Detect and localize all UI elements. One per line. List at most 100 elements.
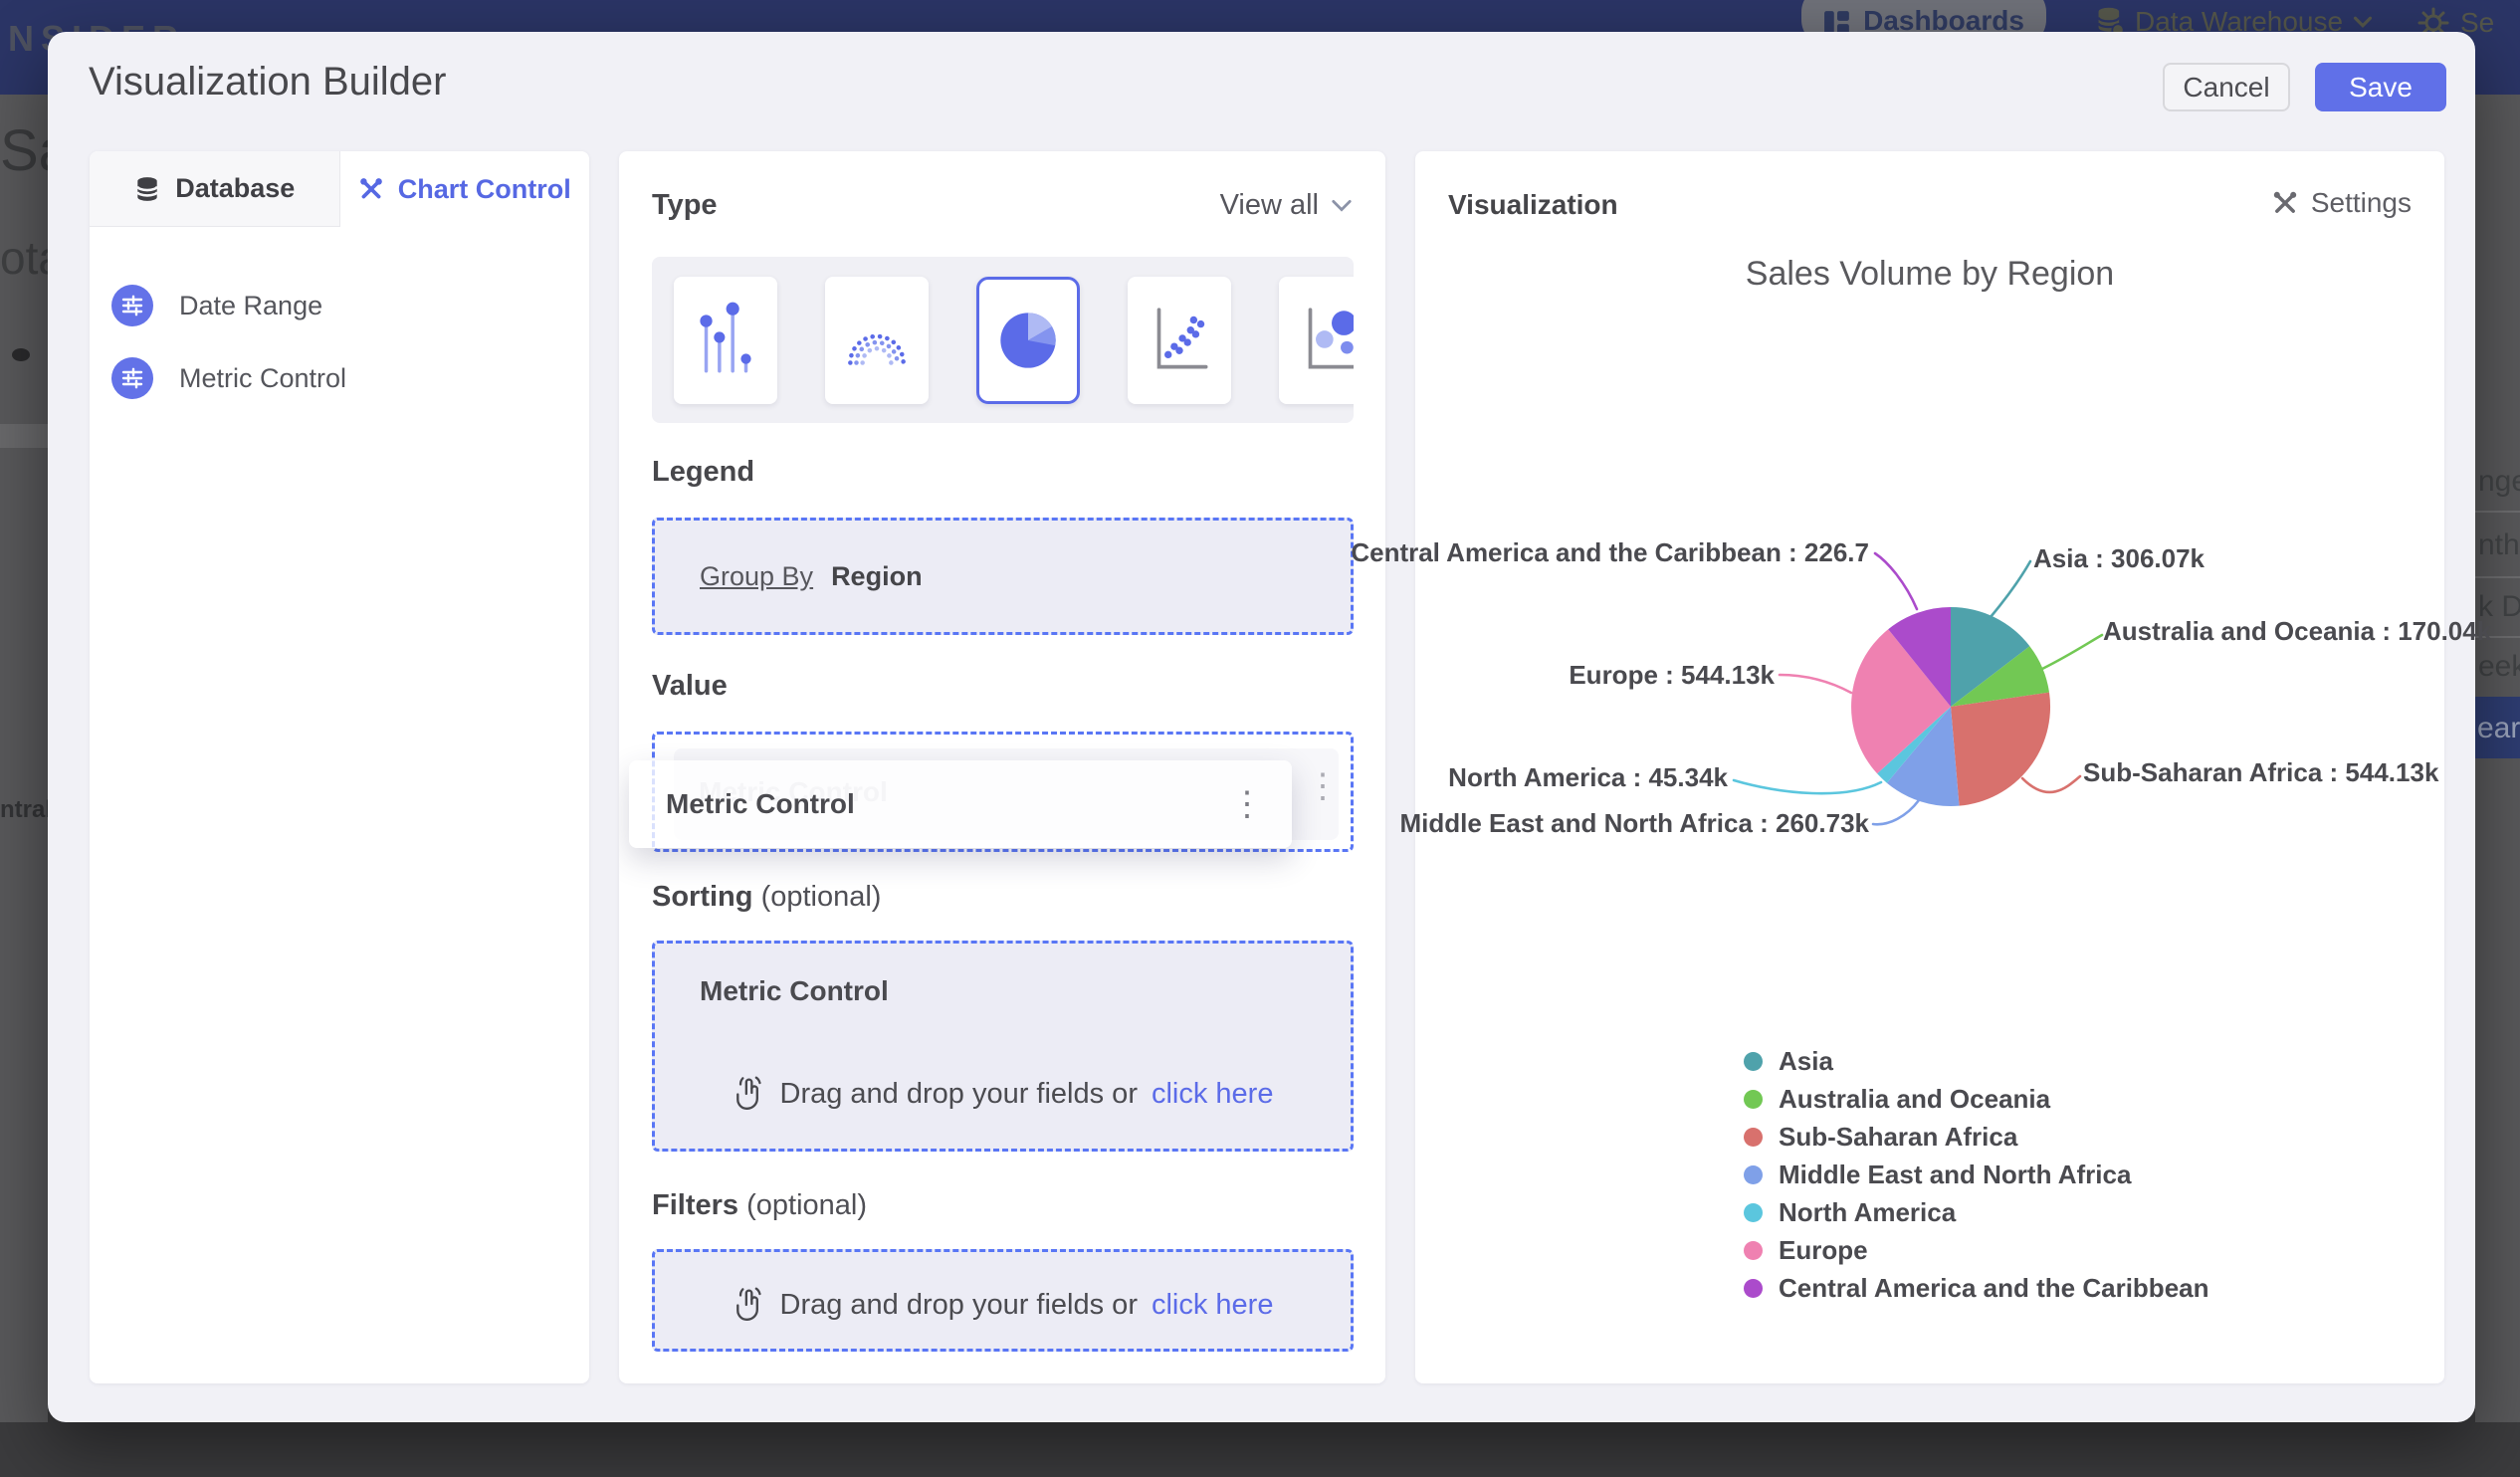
pie-label: Central America and the Caribbean : 226.… [1351, 537, 1869, 567]
pie-slice-2[interactable] [1951, 692, 2051, 806]
legend-item[interactable]: North America [1744, 1197, 2209, 1227]
value-field-label: Metric Control [666, 788, 855, 819]
legend-label: Asia [1779, 1045, 1833, 1076]
callout-line [1871, 798, 1921, 826]
save-button[interactable]: Save [2315, 63, 2446, 111]
legend-item[interactable]: Australia and Oceania [1744, 1084, 2209, 1114]
pie-label: Asia : 306.07k [2033, 543, 2205, 573]
legend-item[interactable]: Europe [1744, 1235, 2209, 1265]
tap-hand-icon [735, 1287, 761, 1321]
legend-heading: Legend [652, 456, 755, 488]
cancel-button[interactable]: Cancel [2163, 63, 2290, 111]
dropdown-item-selected: ear [2475, 697, 2520, 758]
legend-swatch [1744, 1202, 1763, 1222]
group-by-value: Region [831, 560, 923, 591]
divider [2475, 511, 2520, 513]
sidebar-item-label: Date Range [179, 290, 323, 320]
chart-type-pie[interactable] [976, 276, 1080, 404]
legend-label: North America [1779, 1196, 1957, 1227]
legend-swatch [1744, 1240, 1763, 1260]
pie-label: Sub-Saharan Africa : 544.13k [2083, 757, 2439, 787]
value-heading: Value [652, 670, 728, 702]
chart-type-arc[interactable] [825, 276, 929, 404]
pie-chart-icon [1000, 312, 1056, 368]
tab-chart-control[interactable]: Chart Control [339, 151, 589, 227]
callout-line [2040, 633, 2104, 671]
click-here-link[interactable]: click here [1152, 1078, 1274, 1111]
filters-dropzone[interactable]: Drag and drop your fields or click here [652, 1249, 1354, 1352]
visualization-builder-modal: Visualization Builder Cancel Save Databa… [48, 32, 2491, 1422]
drop-hint-text: Drag and drop your fields or [779, 1288, 1138, 1321]
chevron-down-icon [1332, 200, 1352, 212]
modal-title: Visualization Builder [89, 60, 447, 104]
chart-type-lollipop[interactable] [674, 276, 777, 404]
sliders-icon [111, 285, 153, 326]
pie-label: North America : 45.34k [1448, 762, 1728, 792]
scatter-chart-icon [1156, 307, 1208, 368]
background-subheading-fragment: ota [0, 232, 48, 284]
legend-label: Central America and the Caribbean [1779, 1272, 2209, 1303]
legend-swatch [1744, 1278, 1763, 1298]
type-heading: Type [652, 189, 718, 221]
legend-label: Sub-Saharan Africa [1779, 1121, 2018, 1152]
arc-dot-chart-icon [848, 333, 906, 365]
pie-slice-1[interactable] [1951, 646, 2049, 707]
legend-swatch [1744, 1051, 1763, 1071]
view-all-button[interactable]: View all [1220, 189, 1353, 222]
value-field-card-dragging[interactable]: Metric Control ⋮ [629, 760, 1292, 848]
pie-label: Middle East and North Africa : 260.73k [1399, 808, 1869, 838]
view-all-label: View all [1219, 189, 1319, 221]
legend-swatch [1744, 1089, 1763, 1109]
sidebar-item-label: Metric Control [179, 362, 347, 393]
legend-item[interactable]: Central America and the Caribbean [1744, 1273, 2209, 1303]
chevron-down-icon [2354, 16, 2373, 28]
callout-line [1778, 673, 1853, 695]
chart-legend: Asia Australia and Oceania Sub-Saharan A… [1744, 1046, 2209, 1303]
tools-icon [2273, 191, 2297, 213]
visualization-panel: Visualization Settings Sales Volume by R… [1351, 151, 2491, 1383]
sidebar-item-date-range[interactable]: Date Range [111, 285, 322, 326]
group-by-label: Group By [700, 560, 814, 591]
sorting-dropzone[interactable]: Metric Control Drag and drop your fields… [652, 941, 1354, 1152]
pie-label: Australia and Oceania : 170.04k [2103, 616, 2492, 646]
legend-label: Europe [1779, 1234, 1868, 1265]
visualization-heading: Visualization [1448, 189, 1618, 220]
callout-line [1873, 551, 1919, 611]
click-here-link[interactable]: click here [1152, 1289, 1274, 1322]
chart-type-bubble[interactable] [1279, 276, 1354, 404]
pie-slice-4[interactable] [1877, 707, 1951, 783]
tap-hand-icon [735, 1076, 761, 1110]
database-icon [136, 176, 159, 201]
pie-slice-6[interactable] [1888, 607, 1951, 707]
background-dropdown: nge nth k D eek ear [2475, 95, 2520, 1422]
legend-item[interactable]: Sub-Saharan Africa [1744, 1122, 2209, 1152]
chart-settings-label: Settings [2310, 187, 2412, 218]
legend-item[interactable]: Middle East and North Africa [1744, 1160, 2209, 1189]
dropdown-item-fragment: nge [2478, 465, 2520, 498]
chart-type-selector [652, 257, 1354, 423]
background-divider-band [0, 424, 48, 448]
pie-slice-5[interactable] [1851, 629, 1951, 774]
pie-slice-3[interactable] [1886, 707, 1960, 806]
kebab-menu-icon[interactable]: ⋮ [1230, 784, 1264, 824]
legend-label: Australia and Oceania [1779, 1083, 2051, 1114]
background-bullet [12, 348, 30, 361]
bubble-chart-icon [1308, 307, 1354, 368]
tab-database[interactable]: Database [90, 151, 340, 227]
pie-slice-0[interactable] [1951, 607, 2030, 707]
kebab-menu-icon[interactable]: ⋮ [1306, 766, 1340, 806]
pie-slices [1851, 607, 2051, 806]
chart-type-scatter[interactable] [1128, 276, 1231, 404]
legend-label: Middle East and North Africa [1779, 1159, 2132, 1189]
legend-item[interactable]: Asia [1744, 1046, 2209, 1076]
callout-line [1732, 778, 1883, 795]
chart-settings-button[interactable]: Settings [2271, 187, 2412, 219]
divider [2475, 576, 2520, 578]
lollipop-chart-icon [700, 302, 751, 372]
legend-swatch [1744, 1164, 1763, 1184]
sidebar-item-metric-control[interactable]: Metric Control [111, 357, 346, 399]
background-heading-fragment: Sal [0, 118, 48, 183]
group-by-dropzone[interactable]: Group By Region [652, 518, 1354, 635]
chart-title: Sales Volume by Region [1745, 255, 2115, 293]
background-footer-fragment: ntral [0, 796, 48, 823]
